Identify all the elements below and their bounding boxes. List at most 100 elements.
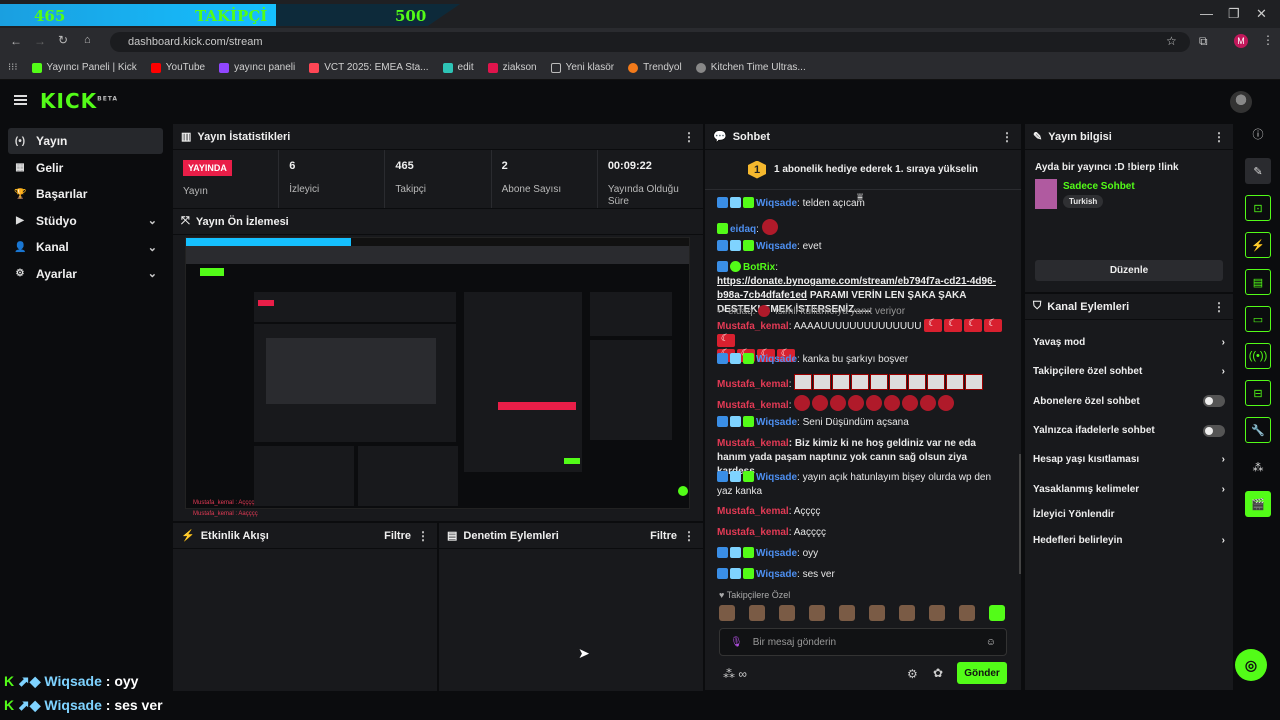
- minimize-icon[interactable]: —: [1200, 6, 1213, 21]
- more-icon[interactable]: ⋮: [417, 529, 429, 543]
- nav-item-settings[interactable]: ⚙ Ayarlar ⌄: [8, 261, 163, 287]
- user-avatar[interactable]: [1230, 91, 1252, 113]
- more-icon[interactable]: ⋮: [1001, 130, 1013, 144]
- chat-username[interactable]: Mustafa_kemal: [717, 506, 789, 517]
- close-icon[interactable]: ✕: [1256, 6, 1267, 22]
- mic-icon[interactable]: 🎙: [730, 637, 743, 648]
- channel-points-icon[interactable]: ⁂ ∞: [723, 667, 747, 681]
- document-icon[interactable]: ▤: [1245, 269, 1271, 295]
- action-followers-only[interactable]: Takipçilere özel sohbet ›: [1025, 357, 1233, 386]
- emote-icon[interactable]: [839, 605, 855, 621]
- emote-icon[interactable]: [719, 605, 735, 621]
- back-icon[interactable]: ←: [10, 34, 22, 48]
- chat-username[interactable]: Wiqsade: [756, 198, 797, 209]
- bookmark-item[interactable]: VCT 2025: EMEA Sta...: [309, 62, 429, 73]
- chat-username[interactable]: Mustafa_kemal: [717, 438, 789, 449]
- chat-username[interactable]: Wiqsade: [756, 354, 797, 365]
- wrench-icon[interactable]: 🔧: [1245, 417, 1271, 443]
- support-icon[interactable]: ◎: [1235, 649, 1267, 681]
- more-icon[interactable]: ⋮: [683, 529, 695, 543]
- chat-username[interactable]: eidaq: [730, 224, 756, 235]
- subs-only-toggle[interactable]: [1203, 395, 1225, 408]
- emote-icon[interactable]: [749, 605, 765, 621]
- home-icon[interactable]: ⌂: [84, 34, 91, 46]
- emote-icon[interactable]: [779, 605, 795, 621]
- info-icon[interactable]: ⓘ: [1245, 121, 1271, 147]
- profile-avatar[interactable]: M: [1234, 34, 1248, 48]
- nav-item-channel[interactable]: 👤 Kanal ⌄: [8, 234, 163, 260]
- layout-icon[interactable]: ⊟: [1245, 380, 1271, 406]
- chat-username[interactable]: BotRix: [743, 262, 775, 273]
- action-slow-mode[interactable]: Yavaş mod ›: [1025, 328, 1233, 357]
- bookmark-label: YouTube: [165, 62, 206, 73]
- emote-icon[interactable]: [869, 605, 885, 621]
- action-banned-words[interactable]: Yasaklanmış kelimeler ›: [1025, 474, 1233, 503]
- chat-username[interactable]: Mustafa_kemal: [717, 400, 789, 411]
- chat-scrollbar[interactable]: [1019, 454, 1021, 574]
- chat-username[interactable]: Mustafa_kemal: [717, 527, 789, 538]
- bookmark-item[interactable]: ziakson: [487, 62, 537, 73]
- kick-logo[interactable]: KICKBETA: [40, 89, 118, 113]
- category-link[interactable]: Sadece Sohbet: [1063, 181, 1135, 192]
- chat-username[interactable]: Wiqsade: [756, 472, 797, 483]
- nav-item-studio[interactable]: ▶ Stüdyo ⌄: [8, 208, 163, 234]
- kick-dashboard: KICKBETA (•) Yayın ▦ Gelir 🏆 Başarılar ▶ Stü…: [0, 81, 1280, 720]
- chat-message-input[interactable]: 🎙 Bir mesaj gönderin ☺: [719, 628, 1007, 656]
- filter-button[interactable]: Filtre: [650, 530, 677, 542]
- emote-icon[interactable]: [959, 605, 975, 621]
- panel-header: 💬 Sohbet ⋮: [705, 124, 1021, 150]
- chat-username[interactable]: Mustafa_kemal: [717, 321, 789, 332]
- send-button[interactable]: Gönder: [957, 662, 1007, 684]
- menu-icon[interactable]: ⋮: [1262, 33, 1274, 47]
- pencil-icon[interactable]: ✎: [1245, 158, 1271, 184]
- emoji-icon[interactable]: ☺: [986, 637, 996, 648]
- emote-icon[interactable]: [989, 605, 1005, 621]
- broadcast-icon[interactable]: ((•)): [1245, 343, 1271, 369]
- restore-icon[interactable]: ❐: [1228, 6, 1240, 22]
- emote-icon[interactable]: [899, 605, 915, 621]
- apps-icon[interactable]: ⁝⁝⁝: [8, 62, 18, 73]
- chat-username[interactable]: Wiqsade: [756, 548, 797, 559]
- chat-username[interactable]: Wiqsade: [756, 569, 797, 580]
- bot-icon[interactable]: ✿: [933, 666, 943, 680]
- action-host[interactable]: İzleyici Yönlendir: [1025, 504, 1233, 526]
- forward-icon[interactable]: →: [34, 34, 46, 48]
- pinned-gift-banner[interactable]: 1 1 abonelik hediye ederek 1. sıraya yüks…: [705, 150, 1021, 190]
- emote-icon[interactable]: [929, 605, 945, 621]
- chat-username[interactable]: Wiqsade: [756, 241, 797, 252]
- bookmark-star-icon[interactable]: ☆: [1166, 34, 1177, 48]
- reload-icon[interactable]: ↻: [58, 33, 68, 47]
- filter-button[interactable]: Filtre: [384, 530, 411, 542]
- crop-icon[interactable]: ⊡: [1245, 195, 1271, 221]
- nav-item-revenue[interactable]: ▦ Gelir: [8, 155, 163, 181]
- chat-icon[interactable]: ▭: [1245, 306, 1271, 332]
- stat-label: Yayın: [183, 186, 208, 197]
- bookmark-item[interactable]: Yeni klasör: [550, 62, 614, 73]
- emote-only-toggle[interactable]: [1203, 424, 1225, 437]
- bookmark-item[interactable]: edit: [442, 62, 474, 73]
- bolt-icon[interactable]: ⚡: [1245, 232, 1271, 258]
- more-icon[interactable]: ⋮: [683, 130, 695, 144]
- edit-button[interactable]: Düzenle: [1035, 260, 1223, 281]
- emote-icon[interactable]: [809, 605, 825, 621]
- nav-item-stream[interactable]: (•) Yayın: [8, 128, 163, 154]
- stream-preview-video[interactable]: [185, 237, 690, 509]
- bookmark-item[interactable]: Trendyol: [628, 62, 682, 73]
- action-account-age[interactable]: Hesap yaşı kısıtlaması ›: [1025, 445, 1233, 474]
- nav-item-achievements[interactable]: 🏆 Başarılar: [8, 181, 163, 207]
- extensions-icon[interactable]: ⧉: [1199, 34, 1208, 49]
- chat-settings-icon[interactable]: ⚙: [907, 667, 918, 681]
- more-icon[interactable]: ⋮: [1213, 130, 1225, 144]
- bookmark-item[interactable]: yayıncı paneli: [219, 62, 295, 73]
- clapper-icon[interactable]: 🎬: [1245, 491, 1271, 517]
- chat-username[interactable]: Mustafa_kemal: [717, 379, 789, 390]
- bookmark-item[interactable]: Kitchen Time Ultras...: [695, 62, 806, 73]
- bookmark-item[interactable]: Yayıncı Paneli | Kick: [31, 62, 137, 73]
- hamburger-menu-icon[interactable]: [14, 95, 27, 105]
- action-goals[interactable]: Hedefleri belirleyin ›: [1025, 526, 1233, 555]
- more-icon[interactable]: ⋮: [1213, 300, 1225, 314]
- dots-icon[interactable]: ⁂: [1245, 454, 1271, 480]
- chat-username[interactable]: Wiqsade: [756, 417, 797, 428]
- url-field[interactable]: dashboard.kick.com/stream: [110, 32, 1190, 52]
- bookmark-item[interactable]: YouTube: [150, 62, 206, 73]
